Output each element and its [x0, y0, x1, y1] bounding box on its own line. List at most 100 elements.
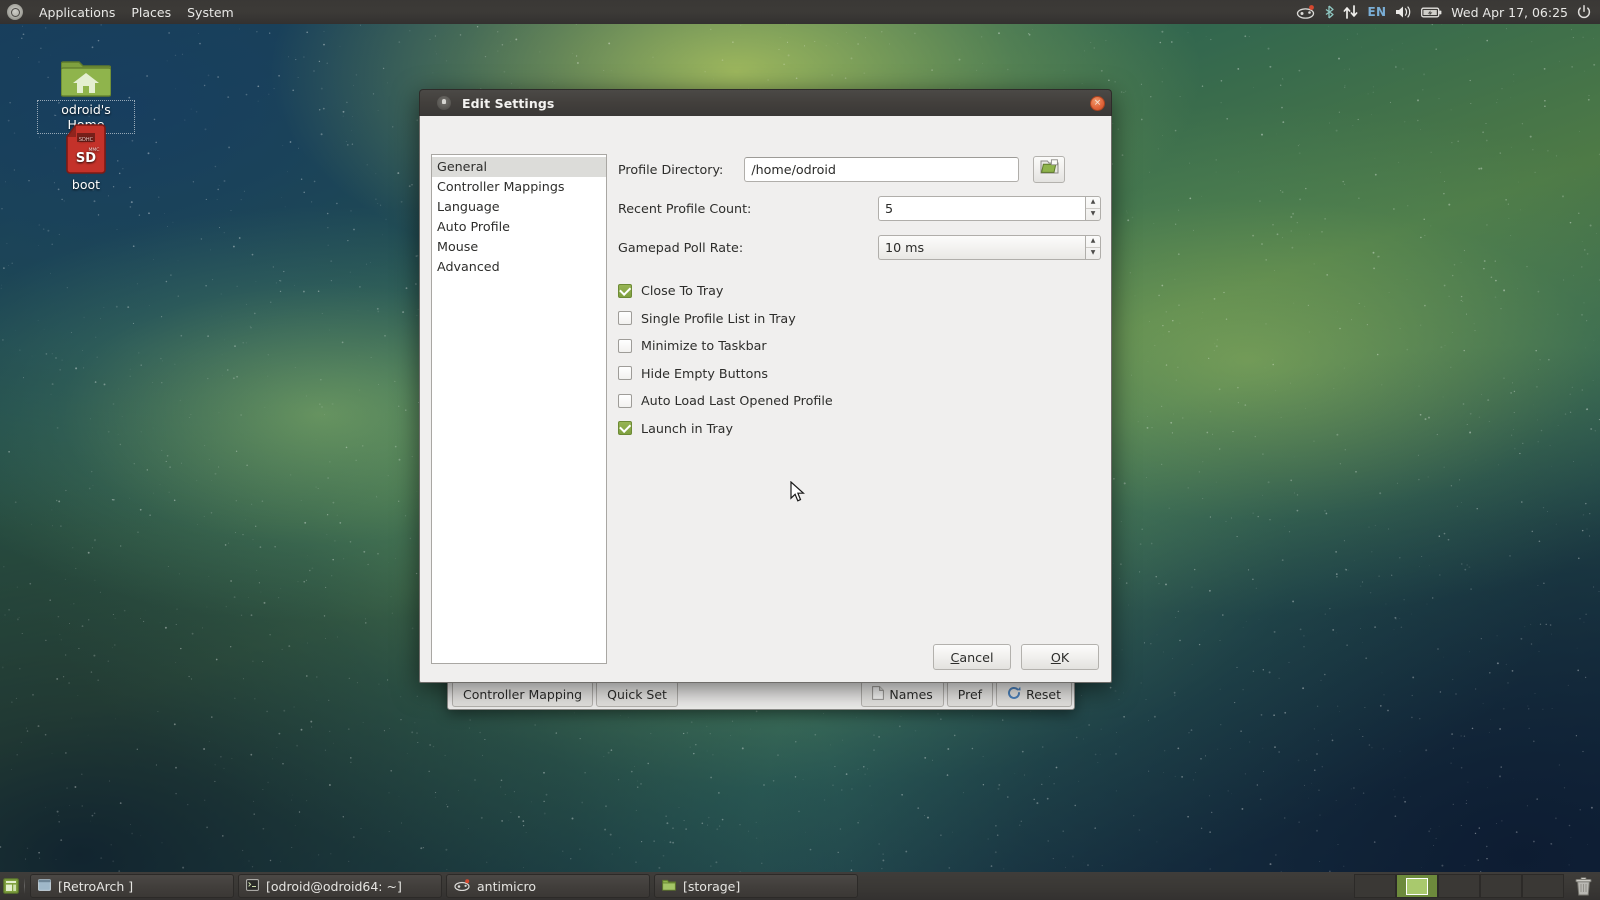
menu-system[interactable]: System: [179, 2, 242, 23]
taskbar-item-retroarch[interactable]: [RetroArch ]: [30, 874, 234, 898]
workspace-switcher[interactable]: [1352, 872, 1566, 900]
checkbox-close-to-tray-label: Close To Tray: [641, 283, 723, 298]
bluetooth-icon[interactable]: [1324, 5, 1334, 19]
checkbox-launch-in-tray[interactable]: Launch in Tray: [618, 415, 1101, 443]
sidebar-item-advanced[interactable]: Advanced: [432, 257, 606, 277]
workspace-1[interactable]: [1354, 874, 1396, 898]
terminal-icon: [246, 879, 259, 894]
recent-profile-count-arrows[interactable]: ▲ ▼: [1085, 196, 1101, 221]
spin-down-icon[interactable]: ▼: [1086, 248, 1100, 259]
profile-directory-input[interactable]: /home/odroid: [744, 157, 1019, 182]
quick-set-label: Quick Set: [607, 687, 667, 702]
checkbox-single-profile-list-in-tray-box[interactable]: [618, 311, 632, 325]
sd-card-icon: SDHC SD MMC: [38, 124, 134, 174]
workspace-4[interactable]: [1480, 874, 1522, 898]
battery-icon[interactable]: [1421, 6, 1442, 19]
system-tray: EN Wed Apr 17, 06:25: [1296, 5, 1600, 20]
checkbox-hide-empty-buttons[interactable]: Hide Empty Buttons: [618, 360, 1101, 388]
clock[interactable]: Wed Apr 17, 06:25: [1451, 5, 1568, 20]
checkbox-hide-empty-buttons-box[interactable]: [618, 366, 632, 380]
profile-directory-label-pre: Prof: [618, 162, 646, 177]
antimicro-toolbar: Controller Mapping Quick Set Names Pref: [448, 679, 1075, 709]
window-icon: [38, 879, 51, 894]
recent-profile-count-label: Recent Profile Count:: [618, 201, 751, 216]
reset-button[interactable]: Reset: [996, 681, 1072, 707]
sidebar-item-language[interactable]: Language: [432, 197, 606, 217]
sidebar-item-mouse[interactable]: Mouse: [432, 237, 606, 257]
gamepad-poll-rate-arrows[interactable]: ▲ ▼: [1085, 235, 1101, 260]
checkbox-auto-load-last-opened-profile-label: Auto Load Last Opened Profile: [641, 393, 833, 408]
ok-button-mnemonic: O: [1051, 650, 1061, 665]
antimicro-icon: [437, 96, 451, 110]
close-icon[interactable]: ×: [1090, 96, 1105, 111]
sidebar-item-general[interactable]: General: [432, 157, 606, 177]
network-updown-icon[interactable]: [1343, 5, 1358, 19]
sidebar-item-controller-mappings[interactable]: Controller Mappings: [432, 177, 606, 197]
keyboard-layout-indicator[interactable]: EN: [1367, 5, 1386, 19]
desktop-icon-boot-label: boot: [38, 177, 134, 192]
desktop-icon-boot[interactable]: SDHC SD MMC boot: [38, 124, 134, 192]
show-desktop-icon[interactable]: [0, 872, 22, 900]
cancel-button[interactable]: Cancel: [933, 644, 1011, 670]
checkbox-single-profile-list-in-tray[interactable]: Single Profile List in Tray: [618, 305, 1101, 333]
dialog-button-bar: Cancel OK: [933, 644, 1099, 670]
svg-text:MMC: MMC: [89, 147, 100, 153]
svg-text:SDHC: SDHC: [79, 137, 94, 143]
taskbar-window-list: [RetroArch ] [odroid@odroid64: ~]: [27, 872, 1352, 900]
checkbox-close-to-tray-box[interactable]: [618, 284, 632, 298]
trash-icon[interactable]: [1566, 872, 1600, 900]
sidebar-item-language-label: Language: [437, 199, 500, 214]
sidebar-item-auto-profile-label: Auto Profile: [437, 219, 510, 234]
gamepad-icon: [454, 879, 470, 894]
menu-applications[interactable]: Applications: [31, 2, 123, 23]
menu-places[interactable]: Places: [123, 2, 179, 23]
edit-settings-dialog: Edit Settings × General Controller Mappi…: [419, 89, 1112, 683]
browse-folder-button[interactable]: [1033, 156, 1065, 183]
recent-profile-count-value[interactable]: 5: [878, 196, 1085, 221]
gamepad-icon[interactable]: [1296, 5, 1315, 19]
names-label: Names: [889, 687, 932, 702]
spin-up-icon[interactable]: ▲: [1086, 236, 1100, 248]
gamepad-poll-rate-stepper[interactable]: 10 ms ▲ ▼: [878, 235, 1101, 260]
power-icon[interactable]: [1577, 5, 1591, 19]
taskbar-item-storage-label: [storage]: [683, 879, 740, 894]
checkbox-close-to-tray[interactable]: Close To Tray: [618, 277, 1101, 305]
recent-profile-count-stepper[interactable]: 5 ▲ ▼: [878, 196, 1101, 221]
pref-label: Pref: [958, 687, 982, 702]
ubuntu-logo-icon[interactable]: [7, 4, 23, 20]
workspace-5[interactable]: [1522, 874, 1564, 898]
profile-directory-label-post: le Directory:: [646, 162, 723, 177]
top-panel: Applications Places System EN: [0, 0, 1600, 24]
checkbox-minimize-to-taskbar-label: Minimize to Taskbar: [641, 338, 767, 353]
checkbox-minimize-to-taskbar[interactable]: Minimize to Taskbar: [618, 332, 1101, 360]
volume-icon[interactable]: [1395, 5, 1412, 19]
workspace-2[interactable]: [1396, 874, 1438, 898]
cancel-button-mnemonic: C: [951, 650, 960, 665]
gamepad-poll-rate-label: Gamepad Poll Rate:: [618, 240, 743, 255]
checkbox-minimize-to-taskbar-box[interactable]: [618, 339, 632, 353]
checkbox-auto-load-last-opened-profile[interactable]: Auto Load Last Opened Profile: [618, 387, 1101, 415]
names-button[interactable]: Names: [861, 681, 943, 707]
dialog-body: General Controller Mappings Language Aut…: [419, 116, 1112, 683]
quick-set-button[interactable]: Quick Set: [596, 681, 678, 707]
taskbar-item-antimicro[interactable]: antimicro: [446, 874, 650, 898]
pref-button[interactable]: Pref: [947, 681, 993, 707]
desktop-icon-home[interactable]: odroid's Home: [38, 48, 134, 133]
toolbar-spacer: [681, 681, 858, 707]
reset-icon: [1007, 686, 1021, 702]
profile-directory-row: Profile Directory: /home/odroid: [618, 154, 1101, 184]
settings-category-list[interactable]: General Controller Mappings Language Aut…: [431, 154, 607, 664]
sidebar-item-auto-profile[interactable]: Auto Profile: [432, 217, 606, 237]
checkbox-auto-load-last-opened-profile-box[interactable]: [618, 394, 632, 408]
spin-down-icon[interactable]: ▼: [1086, 209, 1100, 220]
spin-up-icon[interactable]: ▲: [1086, 197, 1100, 209]
controller-mapping-button[interactable]: Controller Mapping: [452, 681, 593, 707]
taskbar-item-terminal[interactable]: [odroid@odroid64: ~]: [238, 874, 442, 898]
checkbox-single-profile-list-in-tray-label: Single Profile List in Tray: [641, 311, 796, 326]
dialog-titlebar[interactable]: Edit Settings ×: [419, 89, 1112, 116]
checkbox-launch-in-tray-box[interactable]: [618, 421, 632, 435]
gamepad-poll-rate-value[interactable]: 10 ms: [878, 235, 1085, 260]
taskbar-item-storage[interactable]: [storage]: [654, 874, 858, 898]
workspace-3[interactable]: [1438, 874, 1480, 898]
ok-button[interactable]: OK: [1021, 644, 1099, 670]
